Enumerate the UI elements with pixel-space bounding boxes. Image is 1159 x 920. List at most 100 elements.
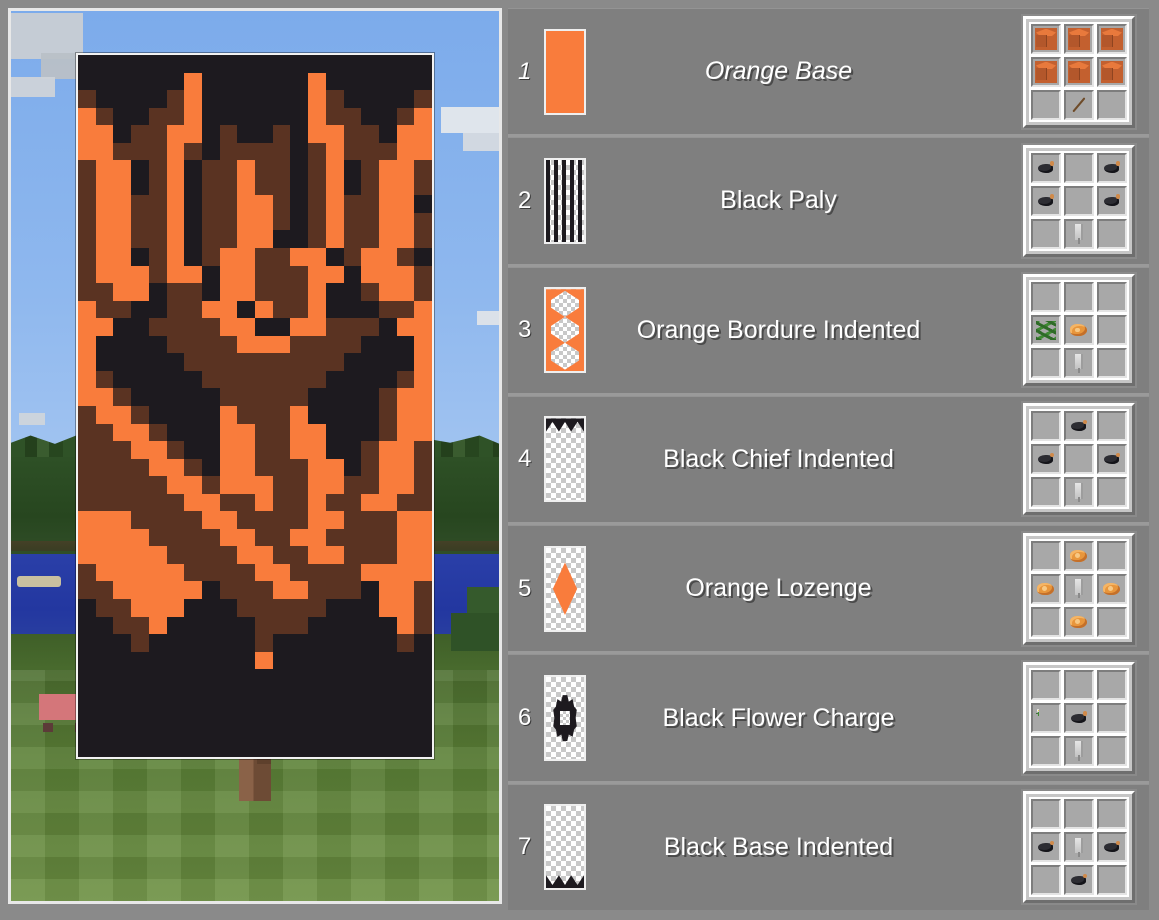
crafting-slot[interactable] — [1031, 703, 1061, 734]
crafting-slot[interactable] — [1097, 832, 1127, 863]
dye-black-icon — [1068, 415, 1090, 437]
crafting-slot[interactable] — [1064, 540, 1094, 571]
recipe-row[interactable]: 1 Orange Base — [508, 8, 1149, 138]
banner-pixel — [378, 248, 397, 266]
banner-pixel — [113, 739, 132, 757]
crafting-slot[interactable] — [1031, 670, 1061, 701]
crafting-slot[interactable] — [1031, 540, 1061, 571]
crafting-slot[interactable] — [1064, 703, 1094, 734]
banner-pixel — [343, 55, 362, 73]
recipe-row[interactable]: 6 Black Flower Charge — [508, 654, 1149, 784]
crafting-slot[interactable] — [1097, 606, 1127, 637]
crafting-slot[interactable] — [1031, 89, 1061, 120]
recipe-row[interactable]: 2 Black Paly — [508, 137, 1149, 267]
crafting-slot[interactable] — [1064, 348, 1094, 379]
recipe-row[interactable]: 4 Black Chief Indented — [508, 395, 1149, 526]
crafting-slot[interactable] — [1064, 185, 1094, 216]
banner-pixel — [201, 107, 220, 126]
banner-pixel — [95, 90, 114, 108]
crafting-slot[interactable] — [1031, 56, 1061, 87]
crafting-slot[interactable] — [1064, 315, 1094, 346]
crafting-slot[interactable] — [1097, 315, 1127, 346]
crafting-slot[interactable] — [1031, 282, 1061, 313]
crafting-slot[interactable] — [1031, 832, 1061, 863]
crafting-slot[interactable] — [1064, 573, 1094, 604]
banner-pixel — [361, 72, 379, 91]
banner-pixel — [343, 686, 362, 705]
banner-pixel — [343, 458, 362, 477]
crafting-slot[interactable] — [1097, 348, 1127, 379]
crafting-slot[interactable] — [1097, 477, 1127, 508]
banner-pixel — [255, 476, 273, 494]
banner-pixel — [325, 212, 344, 231]
banner-pixel — [113, 300, 132, 319]
crafting-slot[interactable] — [1097, 411, 1127, 442]
crafting-slot[interactable] — [1064, 799, 1094, 830]
crafting-slot[interactable] — [1064, 865, 1094, 896]
banner-pixel — [201, 125, 220, 143]
crafting-grid[interactable] — [1023, 791, 1135, 904]
crafting-grid[interactable] — [1023, 532, 1135, 645]
crafting-slot[interactable] — [1097, 703, 1127, 734]
banner-pixel — [237, 581, 255, 600]
crafting-grid[interactable] — [1023, 15, 1135, 128]
crafting-slot[interactable] — [1031, 736, 1061, 767]
crafting-slot[interactable] — [1064, 832, 1094, 863]
crafting-slot[interactable] — [1064, 56, 1094, 87]
crafting-slot[interactable] — [1097, 540, 1127, 571]
crafting-slot[interactable] — [1031, 348, 1061, 379]
crafting-slot[interactable] — [1031, 444, 1061, 475]
crafting-slot[interactable] — [1064, 89, 1094, 120]
crafting-slot[interactable] — [1031, 477, 1061, 508]
crafting-slot[interactable] — [1064, 282, 1094, 313]
crafting-grid[interactable] — [1023, 274, 1135, 387]
crafting-slot[interactable] — [1064, 606, 1094, 637]
crafting-slot[interactable] — [1031, 152, 1061, 183]
crafting-grid[interactable] — [1023, 662, 1135, 775]
banner-pixel — [219, 405, 238, 424]
crafting-slot[interactable] — [1031, 606, 1061, 637]
banner-pixel — [201, 177, 220, 196]
banner-pixel — [237, 318, 255, 336]
recipe-row[interactable]: 5 Orange Lozenge — [508, 525, 1149, 655]
crafting-slot[interactable] — [1064, 411, 1094, 442]
vine-icon — [1035, 319, 1057, 341]
crafting-slot[interactable] — [1097, 23, 1127, 54]
banner-pixel — [378, 546, 397, 564]
crafting-slot[interactable] — [1031, 799, 1061, 830]
crafting-slot[interactable] — [1064, 218, 1094, 249]
banner-pixel — [255, 160, 273, 178]
crafting-slot[interactable] — [1064, 444, 1094, 475]
crafting-slot[interactable] — [1097, 56, 1127, 87]
banner-pixel — [95, 335, 114, 354]
crafting-slot[interactable] — [1031, 315, 1061, 346]
crafting-slot[interactable] — [1064, 736, 1094, 767]
recipe-row[interactable]: 7 Black Base Indented — [508, 783, 1149, 910]
crafting-slot[interactable] — [1097, 152, 1127, 183]
crafting-slot[interactable] — [1097, 573, 1127, 604]
crafting-slot[interactable] — [1064, 23, 1094, 54]
banner-pixel — [95, 177, 114, 196]
crafting-slot[interactable] — [1064, 152, 1094, 183]
crafting-slot[interactable] — [1031, 573, 1061, 604]
crafting-slot[interactable] — [1031, 865, 1061, 896]
crafting-slot[interactable] — [1097, 444, 1127, 475]
recipe-row[interactable]: 3 Orange Bordure Indented — [508, 266, 1149, 396]
crafting-grid[interactable] — [1023, 403, 1135, 516]
crafting-slot[interactable] — [1097, 89, 1127, 120]
banner-pixel — [378, 476, 397, 494]
crafting-slot[interactable] — [1097, 670, 1127, 701]
crafting-slot[interactable] — [1031, 185, 1061, 216]
crafting-slot[interactable] — [1031, 411, 1061, 442]
crafting-slot[interactable] — [1097, 736, 1127, 767]
crafting-slot[interactable] — [1097, 799, 1127, 830]
crafting-slot[interactable] — [1097, 282, 1127, 313]
crafting-slot[interactable] — [1031, 218, 1061, 249]
crafting-slot[interactable] — [1031, 23, 1061, 54]
crafting-slot[interactable] — [1097, 185, 1127, 216]
crafting-grid[interactable] — [1023, 144, 1135, 257]
crafting-slot[interactable] — [1064, 670, 1094, 701]
crafting-slot[interactable] — [1097, 218, 1127, 249]
crafting-slot[interactable] — [1097, 865, 1127, 896]
crafting-slot[interactable] — [1064, 477, 1094, 508]
